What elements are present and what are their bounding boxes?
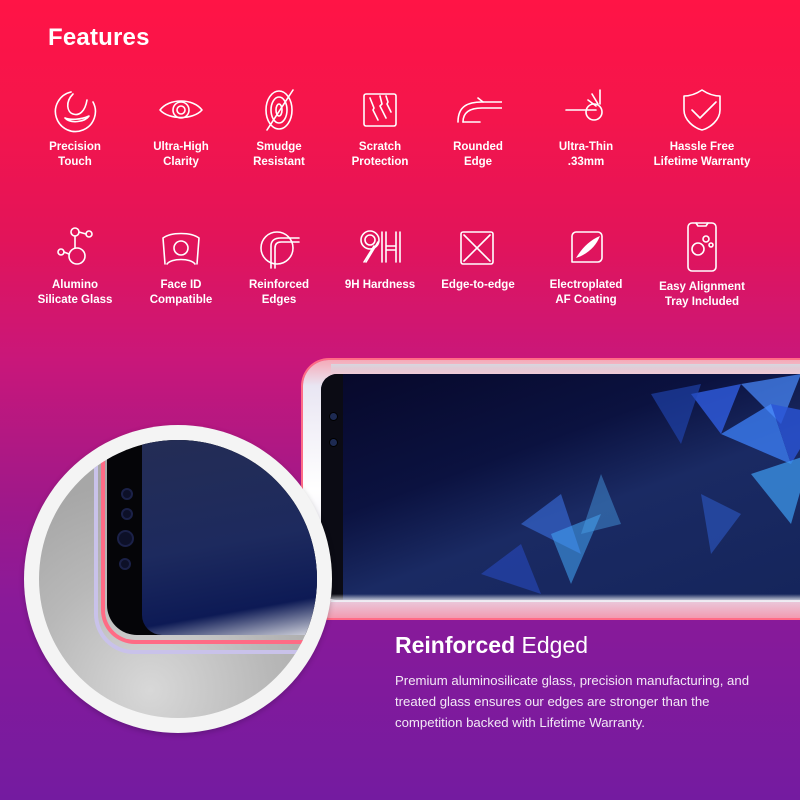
feature-lifetime-warranty: Hassle Free Lifetime Warranty (642, 86, 762, 170)
feature-alumino-silicate: Alumino Silicate Glass (15, 224, 135, 308)
feature-label: Precision Touch (49, 141, 101, 168)
feature-label: Ultra-Thin .33mm (558, 141, 614, 168)
feature-label: Hassle Free Lifetime Warranty (653, 141, 751, 168)
feature-alignment-tray: Easy Alignment Tray Included (642, 220, 762, 310)
edge-magnifier (24, 425, 332, 733)
section-title: Features (48, 24, 150, 51)
headline-light: Edged (521, 632, 589, 658)
scratch-icon (363, 93, 397, 127)
magnified-screen (107, 440, 317, 635)
glass-top-edge (331, 364, 800, 374)
feature-label: Easy Alignment Tray Included (659, 281, 745, 308)
magnified-view (39, 440, 317, 718)
feature-precision-touch: Precision Touch (15, 86, 135, 170)
fingerprint-slash-icon (265, 89, 294, 131)
9h-icon (360, 230, 401, 263)
feature-label: Electroplated AF Coating (549, 279, 623, 306)
glass-bottom-edge (331, 594, 800, 602)
feature-label: Alumino Silicate Glass (37, 279, 113, 306)
precision-touch-icon (54, 91, 97, 133)
feature-label: Edge-to-edge (441, 279, 515, 291)
phone-image (303, 360, 800, 618)
feature-ultra-thin: Ultra-Thin .33mm (526, 86, 646, 170)
feature-rounded-edge: Rounded Edge (418, 86, 538, 170)
headline-bold: Reinforced (395, 632, 516, 658)
sensor-dot (121, 508, 133, 520)
af-coating-icon (571, 231, 603, 263)
ultra-thin-icon (565, 89, 603, 121)
promo-headline: Reinforced Edged (395, 632, 588, 659)
feature-label: Rounded Edge (453, 141, 503, 168)
rounded-edge-icon (457, 97, 502, 123)
magnified-display (142, 440, 317, 635)
shield-check-icon (683, 89, 721, 131)
wallpaper-shards (481, 374, 800, 594)
face-id-icon (162, 232, 200, 265)
reinforced-edge-icon (260, 231, 300, 269)
alignment-tray-icon (687, 222, 717, 272)
promo-body: Premium aluminosilicate glass, precision… (395, 673, 750, 730)
molecule-icon (57, 227, 93, 265)
phone-screen (321, 374, 800, 600)
feature-edge-to-edge: Edge-to-edge (418, 224, 538, 293)
edge-to-edge-icon (460, 231, 494, 265)
sensor-dot (119, 558, 131, 570)
sensor-dot (121, 488, 133, 500)
feature-af-coating: Electroplated AF Coating (526, 224, 646, 308)
eye-icon (159, 100, 203, 119)
iris-scanner (117, 530, 134, 547)
